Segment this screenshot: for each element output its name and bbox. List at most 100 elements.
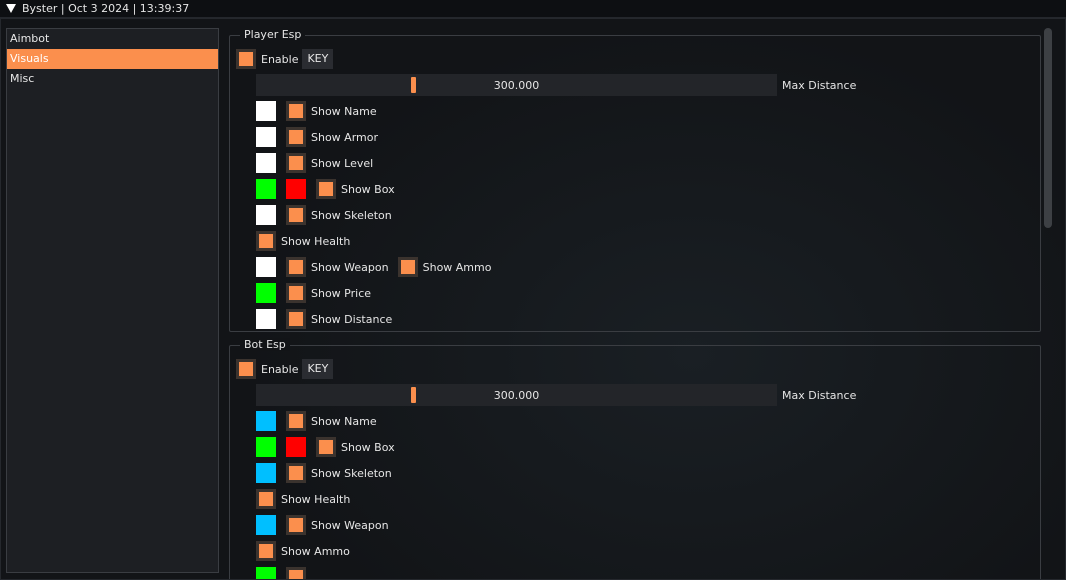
checkbox-fill [289, 130, 303, 144]
option-label: Show Ammo [422, 260, 492, 274]
color-swatch[interactable] [256, 179, 276, 199]
sidebar-item-aimbot[interactable]: Aimbot [7, 29, 218, 49]
option-checkbox[interactable] [397, 257, 418, 277]
checkbox-fill [319, 440, 333, 454]
color-swatch[interactable] [256, 309, 276, 329]
checkbox-fill [319, 182, 333, 196]
main-window: Aimbot Visuals Misc Player Esp Enable KEY… [0, 18, 1066, 580]
checkbox-fill [289, 570, 303, 579]
option-checkbox[interactable] [316, 437, 336, 457]
option-checkbox[interactable] [286, 567, 306, 579]
option-checkbox[interactable] [286, 205, 306, 225]
slider-grab[interactable] [410, 77, 416, 93]
color-swatch[interactable] [256, 411, 276, 431]
color-swatch[interactable] [256, 205, 276, 225]
color-swatch[interactable] [256, 257, 276, 277]
checkbox-fill [289, 312, 303, 326]
color-swatch[interactable] [286, 179, 306, 199]
option-label: Show Ammo [281, 544, 350, 558]
checkbox-fill [259, 544, 273, 558]
enable-checkbox[interactable] [236, 359, 256, 379]
checkbox-fill [400, 260, 415, 274]
option-checkbox[interactable] [256, 489, 276, 509]
checkbox-fill [289, 208, 303, 222]
enable-checkbox[interactable] [236, 49, 256, 69]
option-checkbox[interactable] [316, 179, 336, 199]
option-label: Show Name [311, 104, 377, 118]
checkbox-fill [239, 362, 253, 376]
option-label: Show Box [341, 182, 395, 196]
option-checkbox[interactable] [286, 411, 306, 431]
color-swatch[interactable] [256, 515, 276, 535]
player-esp-group: Player Esp Enable KEY 300.000 Max Distance S… [229, 28, 1041, 332]
option-row: Show Price [256, 282, 380, 304]
color-swatch[interactable] [286, 437, 306, 457]
sidebar: Aimbot Visuals Misc [6, 28, 219, 573]
option-row: Show Name [256, 410, 386, 432]
option-checkbox[interactable] [286, 127, 306, 147]
checkbox-fill [259, 234, 273, 248]
option-row [256, 566, 311, 579]
option-label: Show Skeleton [311, 466, 392, 480]
option-checkbox[interactable] [286, 153, 306, 173]
max-distance-slider[interactable]: 300.000 [256, 74, 777, 96]
collapse-arrow-icon[interactable] [6, 4, 16, 13]
color-swatch[interactable] [256, 127, 276, 147]
option-label: Show Armor [311, 130, 378, 144]
group-title: Bot Esp [240, 338, 290, 351]
option-row: Show Level [256, 152, 382, 174]
sidebar-item-visuals[interactable]: Visuals [7, 49, 218, 69]
content-area: Player Esp Enable KEY 300.000 Max Distance S… [229, 28, 1041, 579]
option-row: Show Distance [256, 308, 401, 330]
option-checkbox[interactable] [286, 309, 306, 329]
checkbox-fill [289, 414, 303, 428]
max-distance-row: 300.000 Max Distance [256, 384, 856, 406]
color-swatch[interactable] [256, 463, 276, 483]
option-row: Show Health [256, 488, 359, 510]
option-label: Show Name [311, 414, 377, 428]
option-row: Show Health [256, 230, 359, 252]
key-bind-button[interactable]: KEY [302, 359, 334, 379]
option-checkbox[interactable] [286, 463, 306, 483]
color-swatch[interactable] [256, 101, 276, 121]
checkbox-fill [239, 52, 253, 66]
color-swatch[interactable] [256, 567, 276, 579]
option-checkbox[interactable] [286, 283, 306, 303]
enable-row: Enable KEY [236, 48, 334, 70]
option-label: Show Distance [311, 312, 393, 326]
checkbox-fill [289, 156, 303, 170]
scrollbar[interactable] [1044, 28, 1052, 228]
checkbox-fill [289, 260, 303, 274]
checkbox-fill [289, 518, 303, 532]
option-label: Show Box [341, 440, 395, 454]
key-bind-button[interactable]: KEY [302, 49, 334, 69]
option-checkbox[interactable] [286, 515, 306, 535]
color-swatch[interactable] [256, 153, 276, 173]
sidebar-item-misc[interactable]: Misc [7, 69, 218, 89]
option-row: Show Box [256, 178, 404, 200]
slider-grab[interactable] [410, 387, 416, 403]
max-distance-row: 300.000 Max Distance [256, 74, 856, 96]
checkbox-fill [289, 286, 303, 300]
option-row: Show Skeleton [256, 462, 401, 484]
option-checkbox[interactable] [256, 231, 276, 251]
max-distance-slider[interactable]: 300.000 [256, 384, 777, 406]
title-bar[interactable]: Byster | Oct 3 2024 | 13:39:37 [0, 0, 1066, 18]
max-distance-label: Max Distance [782, 78, 857, 92]
checkbox-fill [289, 104, 303, 118]
option-row: Show Weapon [256, 514, 398, 536]
option-label: Show Skeleton [311, 208, 392, 222]
window-title: Byster | Oct 3 2024 | 13:39:37 [22, 2, 190, 15]
checkbox-fill [259, 492, 273, 506]
option-row: Show Weapon Show Ammo [256, 256, 500, 278]
option-checkbox[interactable] [286, 257, 306, 277]
option-label: Show Health [281, 234, 351, 248]
option-row: Show Skeleton [256, 204, 401, 226]
option-checkbox[interactable] [256, 541, 276, 561]
group-title: Player Esp [240, 28, 306, 41]
color-swatch[interactable] [256, 283, 276, 303]
color-swatch[interactable] [256, 437, 276, 457]
option-checkbox[interactable] [286, 101, 306, 121]
bot-esp-group: Bot Esp Enable KEY 300.000 Max Distance Show… [229, 338, 1041, 579]
option-row: Show Name [256, 100, 386, 122]
